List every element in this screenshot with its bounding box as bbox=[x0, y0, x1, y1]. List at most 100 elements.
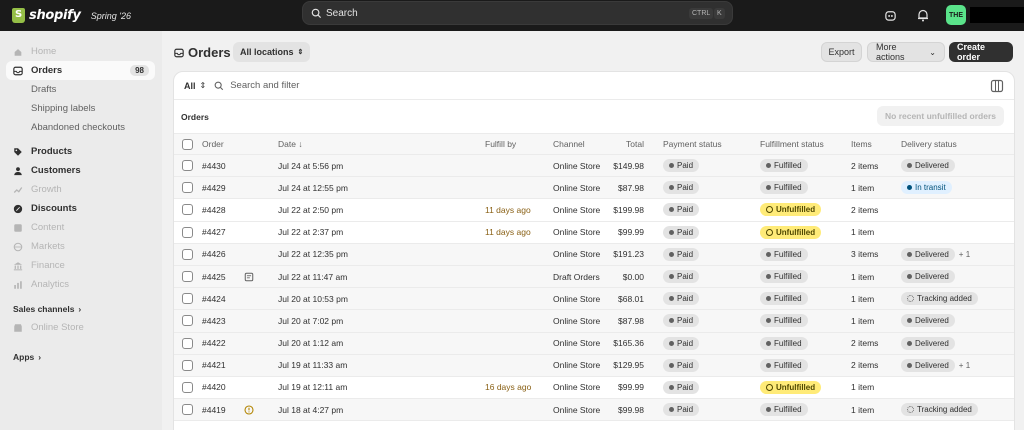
create-order-button[interactable]: Create order bbox=[949, 42, 1013, 62]
store-name-redacted[interactable] bbox=[970, 7, 1024, 23]
row-checkbox[interactable] bbox=[182, 248, 193, 260]
table-row[interactable]: #4420 Jul 19 at 12:11 am 16 days ago Online… bbox=[174, 376, 1014, 400]
row-checkbox[interactable] bbox=[182, 359, 193, 371]
order-number[interactable]: #4423 bbox=[202, 310, 226, 331]
tab-all[interactable]: All bbox=[184, 81, 196, 91]
col-items[interactable]: Items bbox=[851, 134, 872, 154]
order-number[interactable]: #4422 bbox=[202, 333, 226, 354]
order-number[interactable]: #4419 bbox=[202, 399, 226, 420]
col-channel[interactable]: Channel bbox=[553, 134, 585, 154]
sidebar-item-label: Markets bbox=[31, 241, 65, 252]
sidebar-item-finance[interactable]: Finance bbox=[0, 256, 162, 275]
bell-icon[interactable] bbox=[913, 5, 933, 25]
status-dot-icon bbox=[907, 318, 912, 324]
order-number[interactable]: #4427 bbox=[202, 222, 226, 243]
sidebar-item-content[interactable]: Content bbox=[0, 218, 162, 237]
order-total: $129.95 bbox=[613, 360, 644, 371]
apps-header[interactable]: Apps › bbox=[0, 348, 162, 366]
sidekick-icon[interactable] bbox=[880, 5, 900, 25]
sidebar-item-home[interactable]: Home bbox=[0, 42, 162, 61]
col-delivery-status[interactable]: Delivery status bbox=[901, 134, 957, 154]
item-count[interactable]: 1 item bbox=[851, 222, 874, 243]
item-count[interactable]: 2 items bbox=[851, 199, 878, 220]
sidebar-item-online-store[interactable]: Online Store bbox=[0, 318, 162, 337]
item-count[interactable]: 1 item bbox=[851, 177, 874, 198]
unfulfilled-orders-button[interactable]: No recent unfulfilled orders bbox=[877, 106, 1004, 126]
order-number[interactable]: #4420 bbox=[202, 377, 226, 398]
row-checkbox[interactable] bbox=[182, 381, 193, 393]
global-search[interactable]: Search CTRL K bbox=[302, 1, 733, 25]
col-fulfill-by[interactable]: Fulfill by bbox=[485, 134, 516, 154]
table-row[interactable]: #4424 Jul 20 at 10:53 pm Online Store $68.0… bbox=[174, 288, 1014, 311]
item-count[interactable]: 1 item bbox=[851, 377, 874, 398]
status-dot-icon bbox=[669, 207, 674, 213]
table-row[interactable]: #4428 Jul 22 at 2:50 pm 11 days ago Online … bbox=[174, 199, 1014, 222]
order-number[interactable]: #4428 bbox=[202, 199, 226, 220]
payment-status-text: Paid bbox=[677, 249, 694, 259]
edition-label[interactable]: Spring '26 bbox=[91, 11, 131, 21]
table-row[interactable]: #4429 Jul 24 at 12:55 pm Online Store $87.9… bbox=[174, 177, 1014, 200]
row-checkbox[interactable] bbox=[182, 293, 193, 305]
more-actions-button[interactable]: More actions ⌄ bbox=[867, 42, 945, 62]
sidebar-item-customers[interactable]: Customers bbox=[0, 161, 162, 180]
columns-icon[interactable] bbox=[990, 79, 1004, 93]
sidebar-item-orders[interactable]: Orders 98 bbox=[6, 61, 155, 80]
table-row[interactable]: #4423 Jul 20 at 7:02 pm Online Store $87.98… bbox=[174, 310, 1014, 333]
search-filter-input[interactable]: Search and filter bbox=[230, 80, 299, 91]
col-fulfillment-status[interactable]: Fulfillment status bbox=[760, 134, 824, 154]
item-count[interactable]: 1 item bbox=[851, 399, 874, 420]
sidebar-item-products[interactable]: Products bbox=[0, 142, 162, 161]
col-payment-status[interactable]: Payment status bbox=[663, 134, 722, 154]
select-all-checkbox[interactable] bbox=[182, 138, 193, 150]
row-checkbox[interactable] bbox=[182, 271, 193, 283]
fulfillment-status-text: Unfulfilled bbox=[776, 205, 816, 215]
table-row[interactable]: #4426 Jul 22 at 12:35 pm Online Store $191.… bbox=[174, 243, 1014, 266]
order-number[interactable]: #4429 bbox=[202, 177, 226, 198]
table-row[interactable]: #4422 Jul 20 at 1:12 am Online Store $165.3… bbox=[174, 332, 1014, 355]
order-number[interactable]: #4424 bbox=[202, 288, 226, 309]
order-total: $0.00 bbox=[622, 271, 644, 282]
table-row[interactable]: #4430 Jul 24 at 5:56 pm Online Store $149.9… bbox=[174, 155, 1014, 178]
fulfillment-status-badge: Fulfilled bbox=[760, 336, 808, 350]
sidebar-item-analytics[interactable]: Analytics bbox=[0, 275, 162, 294]
table-row[interactable]: #4419 Jul 18 at 4:27 pm Online Store $99.98… bbox=[174, 399, 1014, 422]
sidebar-item-growth[interactable]: Growth bbox=[0, 180, 162, 199]
item-count[interactable]: 1 item bbox=[851, 310, 874, 331]
sidebar-item-drafts[interactable]: Drafts bbox=[0, 80, 162, 99]
order-number[interactable]: #4425 bbox=[202, 266, 226, 287]
order-number[interactable]: #4430 bbox=[202, 155, 226, 176]
table-row[interactable]: #4427 Jul 22 at 2:37 pm 11 days ago Online … bbox=[174, 221, 1014, 244]
export-button[interactable]: Export bbox=[821, 42, 862, 62]
sales-channels-header[interactable]: Sales channels › bbox=[0, 300, 162, 318]
col-order[interactable]: Order bbox=[202, 134, 224, 154]
col-date[interactable]: Date ↓ bbox=[278, 134, 303, 154]
row-checkbox[interactable] bbox=[182, 226, 193, 238]
row-checkbox[interactable] bbox=[182, 204, 193, 216]
sidebar-item-abandoned-checkouts[interactable]: Abandoned checkouts bbox=[0, 118, 162, 137]
item-count[interactable]: 2 items bbox=[851, 155, 878, 176]
sort-arrows-icon[interactable]: ⇕ bbox=[200, 81, 207, 90]
item-count[interactable]: 2 items bbox=[851, 333, 878, 354]
item-count[interactable]: 2 items bbox=[851, 355, 878, 376]
sidebar-item-markets[interactable]: Markets bbox=[0, 237, 162, 256]
avatar[interactable]: THE bbox=[946, 5, 966, 25]
table-row[interactable]: #4421 Jul 19 at 11:33 am Online Store $129.… bbox=[174, 354, 1014, 377]
row-checkbox[interactable] bbox=[182, 182, 193, 194]
table-row[interactable]: #4425 Jul 22 at 11:47 am Draft Orders $0.00… bbox=[174, 265, 1014, 289]
item-count[interactable]: 1 item bbox=[851, 288, 874, 309]
sidebar-item-label: Content bbox=[31, 222, 65, 233]
sidebar-item-shipping-labels[interactable]: Shipping labels bbox=[0, 99, 162, 118]
create-order-label: Create order bbox=[957, 42, 986, 62]
item-count[interactable]: 1 item bbox=[851, 266, 874, 287]
shopify-logo[interactable]: shopify bbox=[12, 8, 81, 23]
row-checkbox[interactable] bbox=[182, 160, 193, 172]
item-count[interactable]: 3 items bbox=[851, 244, 878, 265]
order-number[interactable]: #4421 bbox=[202, 355, 226, 376]
col-total[interactable]: Total bbox=[594, 134, 644, 154]
row-checkbox[interactable] bbox=[182, 315, 193, 327]
sidebar-item-discounts[interactable]: Discounts bbox=[0, 199, 162, 218]
location-filter[interactable]: All locations ⇕ bbox=[233, 42, 311, 62]
order-number[interactable]: #4426 bbox=[202, 244, 226, 265]
row-checkbox[interactable] bbox=[182, 337, 193, 349]
row-checkbox[interactable] bbox=[182, 404, 193, 416]
